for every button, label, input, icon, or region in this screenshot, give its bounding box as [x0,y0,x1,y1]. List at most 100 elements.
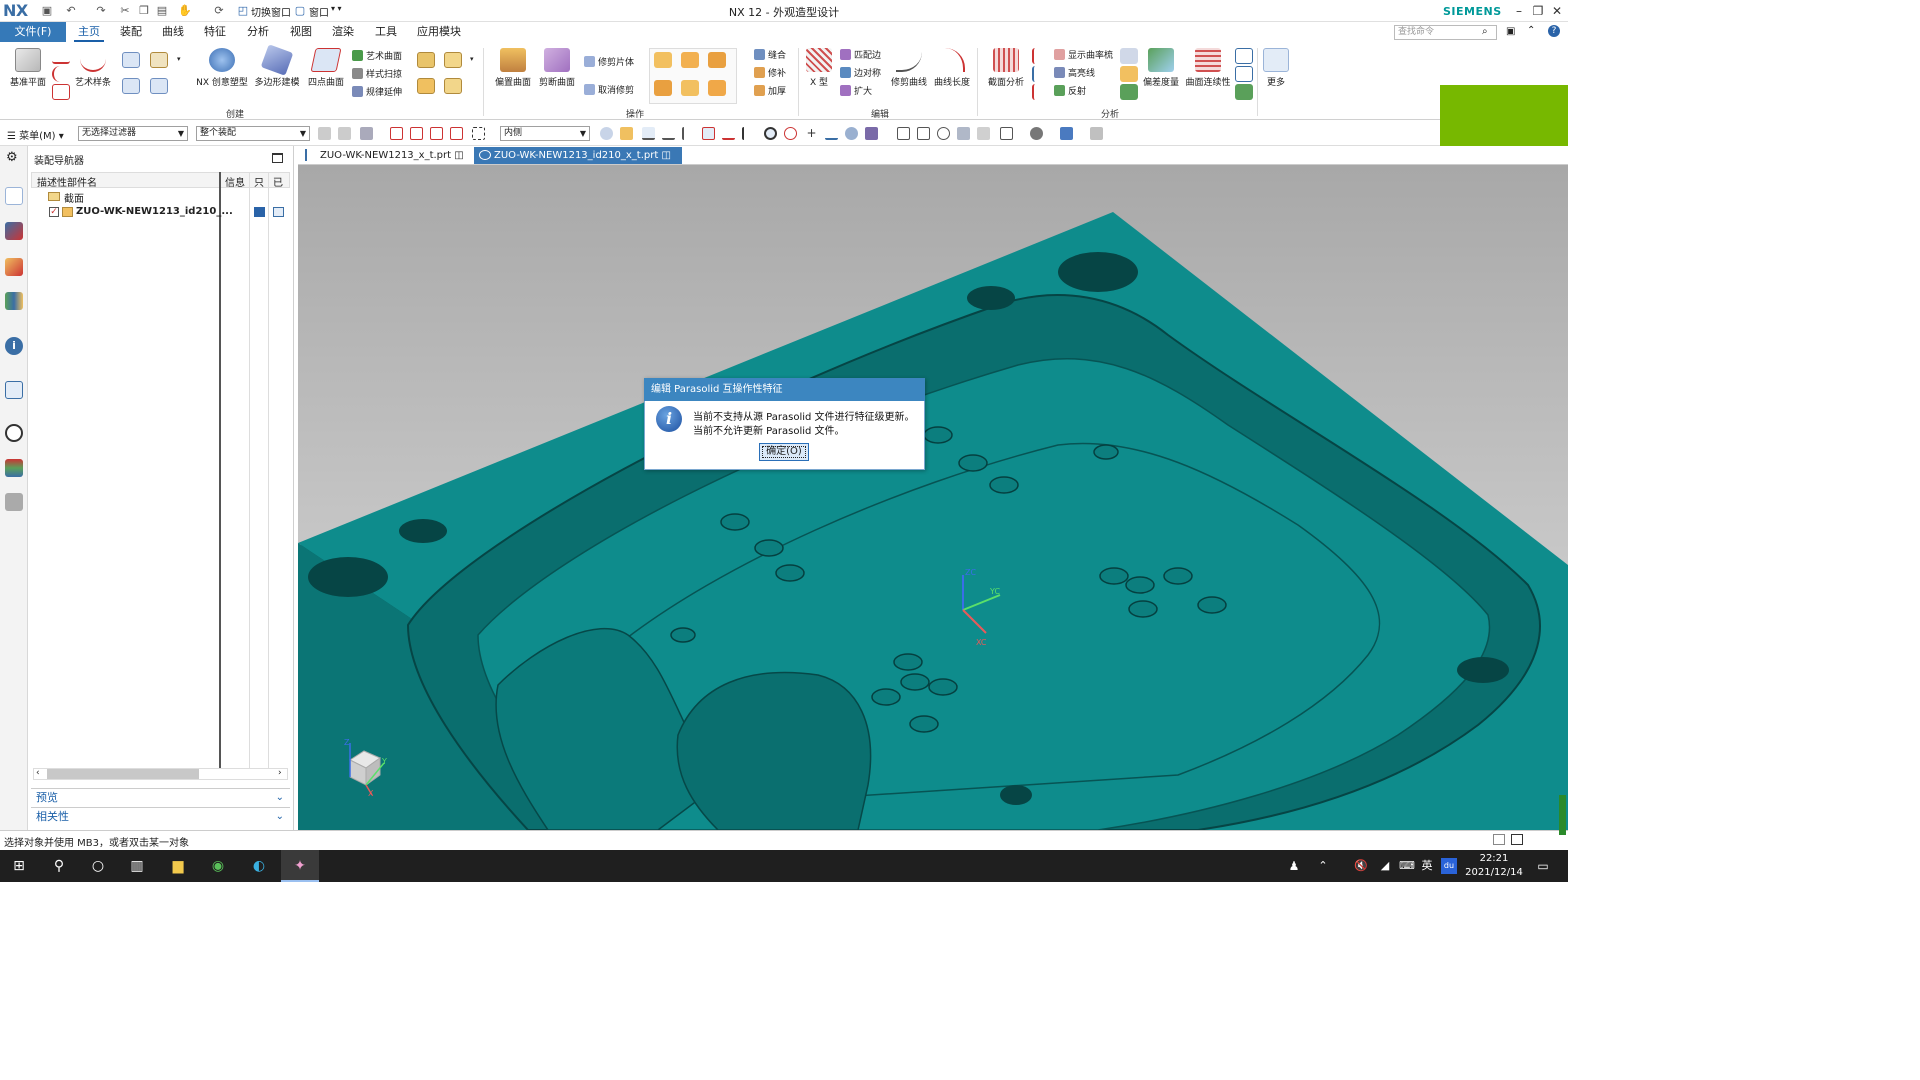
snap-control-icon[interactable] [682,127,695,140]
history-icon[interactable] [5,424,23,442]
ok-button[interactable]: 确定(O) [759,443,809,461]
highlight-lines-button[interactable]: 高亮线 [1054,66,1095,79]
menu-button[interactable]: ☰ 菜单(M) ▾ [7,127,64,142]
section-analysis-button[interactable]: 截面分析 [983,48,1029,88]
point-icon[interactable] [52,84,70,100]
offset-surface-button[interactable]: 偏置曲面 [490,48,536,88]
preview-section[interactable]: 预览 ⌄ [31,788,290,806]
select-tool-7-icon[interactable] [450,127,463,140]
dialog-title[interactable]: 编辑 Parasolid 互操作性特征 [644,378,925,401]
datum-plane-button[interactable]: 基准平面 [5,48,51,88]
baidu-ime-icon[interactable]: du [1441,858,1457,874]
windows-start-icon[interactable]: ⊞ [6,854,32,878]
search-icon[interactable]: ⌕ [1482,26,1488,37]
scroll-right-icon[interactable]: › [278,768,282,778]
blend-icon[interactable] [417,78,435,94]
tab-render[interactable]: 渲染 [328,22,358,42]
tab-feature[interactable]: 特征 [200,22,230,42]
web-browser-icon[interactable] [5,381,23,399]
art-surface-button[interactable]: 艺术曲面 [352,49,402,62]
gallery-item-6-icon[interactable] [708,80,726,96]
x-form-button[interactable]: X 型 [797,48,841,88]
tab-analysis[interactable]: 分析 [243,22,273,42]
curve-length-button[interactable]: 曲线长度 [929,48,975,88]
snap-quadrant-icon[interactable] [784,127,797,140]
ribbon-options-icon[interactable]: ▣ [1506,26,1515,37]
create-more-dropdown-icon[interactable]: ▾ [470,55,474,63]
analysis-small-2-icon[interactable] [1032,66,1050,82]
gallery-item-4-icon[interactable] [654,80,672,96]
trim-sheet-button[interactable]: 修剪片体 [584,55,634,68]
people-icon[interactable]: ♟ [1281,854,1307,878]
gallery-item-2-icon[interactable] [681,52,699,68]
task-view-icon[interactable]: ▥ [124,854,150,878]
select-tool-1-icon[interactable] [318,127,331,140]
graphics-window[interactable] [298,165,1568,830]
process-studio-icon[interactable] [5,493,23,511]
deviation-measure-button[interactable]: 偏差度量 [1138,48,1184,88]
show-hide-icon[interactable] [1090,127,1103,140]
snap-midpoint-icon[interactable] [662,127,675,140]
fillet-icon[interactable] [444,78,462,94]
status-toggle-2-icon[interactable] [1511,834,1523,845]
reflection-button[interactable]: 反射 [1054,84,1086,97]
snap-1-icon[interactable] [600,127,613,140]
more-button[interactable]: 更多 [1258,48,1294,88]
tray-expand-icon[interactable]: ⌃ [1310,854,1336,878]
search-icon[interactable]: ⚲ [46,854,72,878]
sew-button[interactable]: 缝合 [754,48,786,61]
analysis-tool-1-icon[interactable] [1235,48,1253,64]
select-tool-2-icon[interactable] [338,127,351,140]
ime-mode[interactable]: 英 [1414,854,1440,878]
analysis-extra-1-icon[interactable] [1120,48,1138,64]
tab-assembly[interactable]: 装配 [116,22,146,42]
curve-tool-icon[interactable] [122,52,140,68]
styled-sweep-button[interactable]: 样式扫掠 [352,67,402,80]
view-fit-icon[interactable] [897,127,910,140]
select-tool-3-icon[interactable] [360,127,373,140]
render-style-icon[interactable] [1030,127,1043,140]
doc-tab-active-part[interactable]: ZUO-WK-NEW1213_id210_x_t.prt ◫ ✕ [474,147,682,178]
view-pan-icon[interactable] [957,127,970,140]
trim-curve-button[interactable]: 修剪曲线 [886,48,932,88]
pattern-curve-icon[interactable] [150,52,168,68]
surface-continuity-button[interactable]: 曲面连续性 [1182,48,1234,88]
select-tool-6-icon[interactable] [430,127,443,140]
column-name[interactable]: 描述性部件名 [37,174,97,189]
patch-button[interactable]: 修补 [754,66,786,79]
collapse-ribbon-icon[interactable]: ⌃ [1527,25,1535,36]
analysis-extra-2-icon[interactable] [1120,66,1138,82]
snap-intersection-icon[interactable] [702,127,715,140]
column-splitter[interactable] [219,172,221,768]
scroll-left-icon[interactable]: ‹ [36,768,40,778]
tab-home[interactable]: 主页 [74,22,104,42]
snap-center-icon[interactable] [764,127,777,140]
dependencies-section[interactable]: 相关性 ⌄ [31,807,290,825]
art-spline-button[interactable]: 艺术样条 [70,48,116,88]
enlarge-button[interactable]: 扩大 [840,84,872,97]
gallery-item-1-icon[interactable] [654,52,672,68]
law-extension-button[interactable]: 规律延伸 [352,85,402,98]
view-rotate-icon[interactable] [937,127,950,140]
volume-muted-icon[interactable]: 🔇 [1348,854,1374,878]
analysis-small-3-icon[interactable] [1032,84,1050,100]
select-tool-5-icon[interactable] [410,127,423,140]
snap-bounded-icon[interactable] [865,127,878,140]
view-zoom-icon[interactable] [917,127,930,140]
snap-2-icon[interactable] [620,127,633,140]
snap-on-face-icon[interactable] [845,127,858,140]
edge-browser-icon[interactable]: ◐ [246,854,272,878]
show-curvature-comb-button[interactable]: 显示曲率梳 [1054,48,1113,61]
green-app-icon[interactable]: ◉ [205,854,231,878]
line-icon[interactable] [52,48,70,64]
assembly-navigator-icon[interactable] [5,187,23,205]
polygon-model-button[interactable]: 多边形建模 [252,44,302,88]
tab-application[interactable]: 应用模块 [413,22,465,42]
type-filter-select[interactable]: 无选择过滤器 ▼ [78,126,188,141]
gallery-item-5-icon[interactable] [681,80,699,96]
file-menu-button[interactable]: 文件(F) [0,22,66,42]
curve-more-dropdown-icon[interactable]: ▾ [177,55,181,63]
snap-tangent-icon[interactable] [742,127,755,140]
rectangle-select-icon[interactable] [472,127,485,140]
analysis-small-1-icon[interactable] [1032,48,1050,64]
